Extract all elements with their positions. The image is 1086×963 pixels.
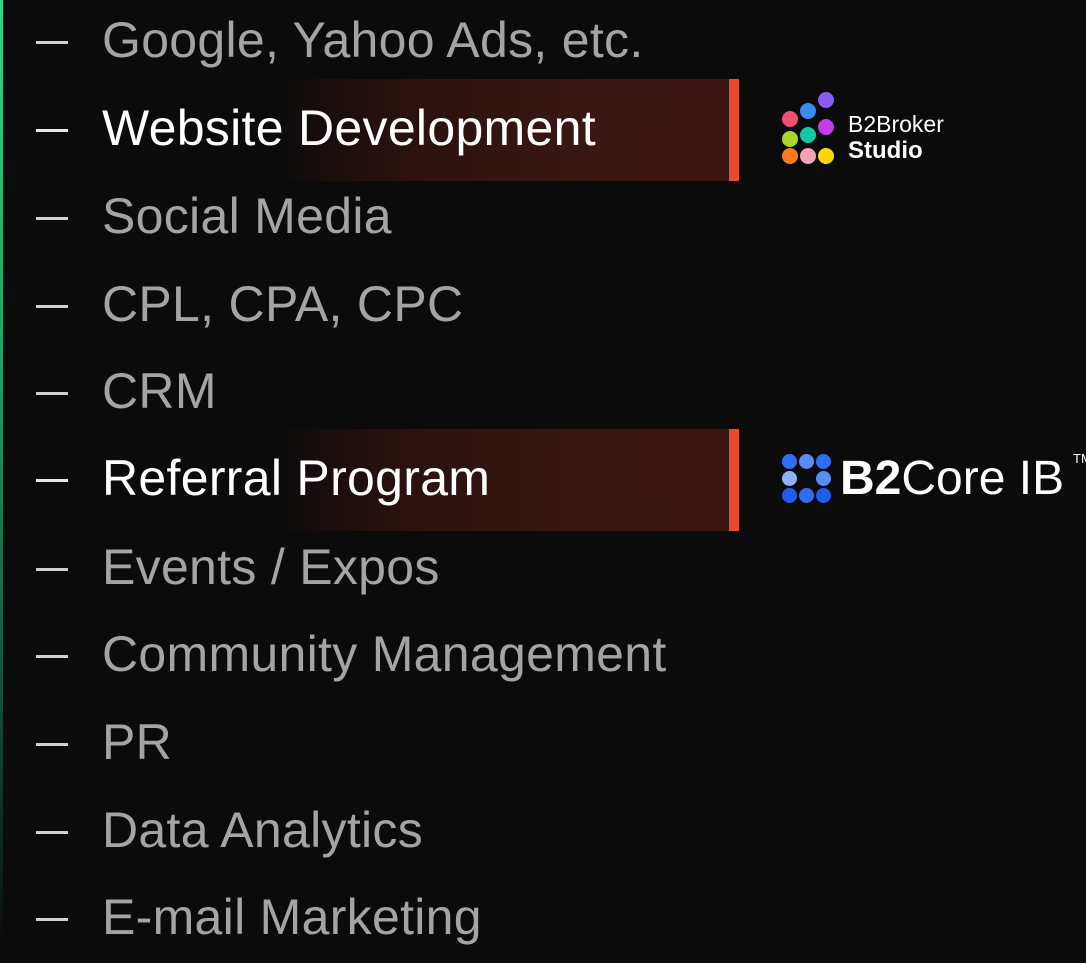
list-item: PR (0, 700, 1086, 788)
logo-dot-icon (800, 148, 816, 164)
b2broker-studio-logo: B2Broker Studio (782, 92, 972, 166)
studio-logo-line1: B2Broker (848, 111, 944, 137)
list-item: Google, Yahoo Ads, etc. (0, 0, 1086, 86)
logo-dot-icon (782, 454, 797, 469)
logo-dot-icon (800, 127, 816, 143)
list-item: Community Management (0, 612, 1086, 700)
dash-marker (36, 129, 68, 132)
list-item-label: E-mail Marketing (102, 889, 482, 945)
b2core-ib-logo: B2Core IB TM (782, 450, 1086, 510)
list-item-label: Social Media (102, 188, 392, 244)
logo-dot-icon (782, 111, 798, 127)
list-item-label: Referral Program (102, 450, 491, 506)
logo-dot-icon (782, 148, 798, 164)
logo-dot-icon (818, 148, 834, 164)
list-item-label: Community Management (102, 626, 667, 682)
logo-dot-icon (799, 454, 814, 469)
logo-dot-icon (816, 454, 831, 469)
list-item: E-mail Marketing (0, 875, 1086, 963)
list-item: Data Analytics (0, 788, 1086, 876)
dash-marker (36, 743, 68, 746)
dash-marker (36, 479, 68, 482)
dash-marker (36, 305, 68, 308)
dash-marker (36, 568, 68, 571)
dash-marker (36, 655, 68, 658)
highlight-edge (729, 429, 739, 531)
dash-marker (36, 831, 68, 834)
list-item-label: PR (102, 714, 173, 770)
trademark-mark: TM (1073, 451, 1086, 466)
list-item-label: Events / Expos (102, 539, 440, 595)
studio-logo-line2: Studio (848, 137, 923, 164)
logo-dot-icon (816, 471, 831, 486)
logo-dot-icon (799, 488, 814, 503)
dash-marker (36, 41, 68, 44)
list-item-label: Data Analytics (102, 802, 424, 858)
logo-dot-icon (782, 131, 798, 147)
list-item: CPL, CPA, CPC (0, 262, 1086, 350)
logo-dot-icon (800, 103, 816, 119)
list-item-label: CRM (102, 363, 217, 419)
dash-marker (36, 217, 68, 220)
dash-marker (36, 918, 68, 921)
logo-dot-icon (818, 92, 834, 108)
list-item-label: Website Development (102, 100, 596, 156)
list-item: Events / Expos (0, 525, 1086, 613)
logo-dot-icon (782, 471, 797, 486)
logo-dot-icon (782, 488, 797, 503)
list-item-label: CPL, CPA, CPC (102, 276, 464, 332)
list-item: CRM (0, 349, 1086, 437)
dash-marker (36, 392, 68, 395)
highlight-edge (729, 79, 739, 181)
logo-dot-icon (818, 119, 834, 135)
core-logo-text: B2Core IB (840, 452, 1065, 505)
list-item: Social Media (0, 174, 1086, 262)
logo-dot-icon (816, 488, 831, 503)
list-item-label: Google, Yahoo Ads, etc. (102, 12, 644, 68)
